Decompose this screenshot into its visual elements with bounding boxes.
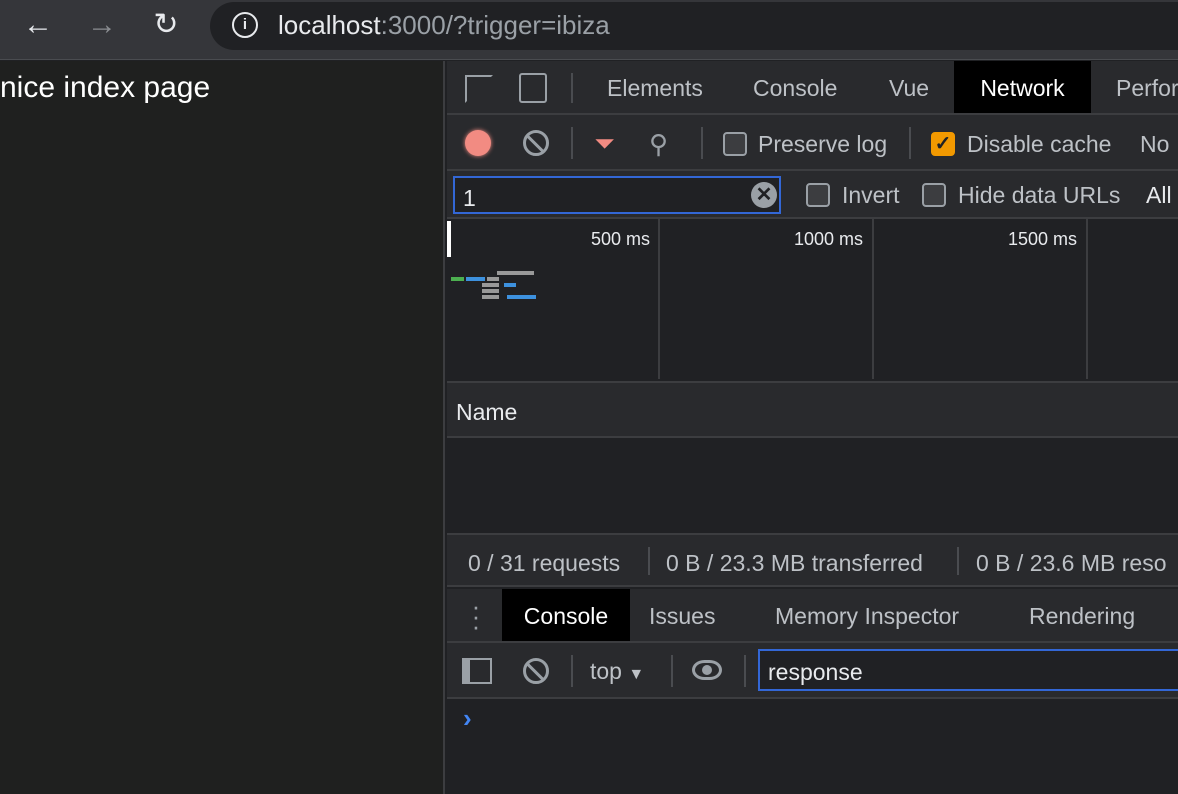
preserve-log-label: Preserve log	[758, 131, 888, 157]
divider	[671, 655, 673, 687]
context-select[interactable]: top ▼	[590, 658, 644, 685]
forward-button[interactable]: →	[82, 8, 122, 42]
search-icon[interactable]: ⚲	[649, 129, 668, 160]
dropdown-arrow-icon: ▼	[628, 666, 645, 683]
url-text[interactable]: localhost:3000/?trigger=ibiza	[278, 8, 610, 42]
transferred-size: 0 B / 23.3 MB transferred	[666, 550, 923, 576]
waterfall-bar	[504, 283, 516, 287]
filter-icon[interactable]: ⏷	[594, 130, 615, 156]
tab-vue[interactable]: Vue	[877, 61, 941, 113]
divider	[701, 127, 703, 159]
sidebar-toggle-icon[interactable]	[462, 658, 492, 684]
filter-input[interactable]: 1 ✕	[453, 176, 781, 214]
record-button[interactable]	[465, 130, 491, 156]
network-toolbar: ⏷ ⚲ Preserve log ✓ Disable cache No	[447, 115, 1178, 171]
divider	[909, 127, 911, 159]
context-value: top	[590, 658, 622, 684]
tick-label: 1500 ms	[1008, 229, 1078, 249]
clear-filter-icon[interactable]: ✕	[751, 182, 777, 208]
inspect-element-icon[interactable]	[465, 75, 493, 103]
drawer-tab-console[interactable]: Console	[502, 589, 630, 641]
network-status-bar: 0 / 31 requests 0 B / 23.3 MB transferre…	[447, 533, 1178, 587]
waterfall-bar	[451, 277, 464, 281]
network-overview[interactable]: 500 ms 1000 ms 1500 ms	[447, 219, 1178, 383]
divider	[648, 547, 650, 575]
url-path: :3000/?trigger=ibiza	[380, 10, 610, 40]
tick-label: 500 ms	[591, 229, 651, 249]
page-text: nice index page	[0, 71, 211, 104]
filter-value: 1	[463, 185, 476, 211]
waterfall-bar	[482, 283, 499, 287]
divider	[744, 655, 746, 687]
divider	[571, 127, 573, 159]
browser-toolbar: ← → ↻ i localhost:3000/?trigger=ibiza	[0, 0, 1178, 60]
drawer-tab-memory-inspector[interactable]: Memory Inspector	[763, 589, 971, 641]
console-filter-value: response	[768, 659, 863, 685]
drawer-tab-rendering[interactable]: Rendering	[1017, 589, 1147, 641]
tab-elements[interactable]: Elements	[595, 61, 715, 113]
waterfall-bar	[466, 277, 485, 281]
console-prompt[interactable]: ›	[463, 703, 472, 734]
tab-performance[interactable]: Perfor	[1104, 61, 1178, 113]
hide-data-urls-checkbox[interactable]	[922, 183, 946, 207]
url-host: localhost	[278, 10, 381, 40]
more-menu-icon[interactable]: · · ·	[471, 593, 481, 639]
requests-table-header: Name	[447, 383, 1178, 438]
throttling-select[interactable]: No	[1140, 131, 1169, 158]
invert-label: Invert	[842, 182, 900, 208]
clear-console-button[interactable]	[523, 658, 549, 684]
resources-size: 0 B / 23.6 MB reso	[976, 550, 1167, 576]
type-filter-all[interactable]: All	[1146, 182, 1172, 209]
console-filter-input[interactable]: response	[758, 649, 1178, 691]
devtools-panel: Elements Console Vue Network Perfor ⏷ ⚲ …	[447, 61, 1178, 794]
hide-data-urls-label: Hide data URLs	[958, 182, 1121, 208]
grid-line	[872, 219, 874, 379]
column-name[interactable]: Name	[456, 399, 517, 426]
waterfall-bar	[482, 295, 499, 299]
back-button[interactable]: ←	[18, 8, 58, 42]
invert-checkbox[interactable]	[806, 183, 830, 207]
device-toolbar-icon[interactable]	[519, 73, 547, 103]
overview-handle[interactable]	[447, 221, 451, 257]
page-content: nice index page	[0, 61, 445, 794]
waterfall-bar	[497, 271, 534, 275]
drawer-tab-issues[interactable]: Issues	[637, 589, 727, 641]
console-toolbar: top ▼ response	[447, 643, 1178, 699]
disable-cache-label: Disable cache	[967, 131, 1112, 157]
tab-network[interactable]: Network	[954, 61, 1091, 113]
divider	[571, 73, 573, 103]
waterfall-bar	[487, 277, 499, 281]
filter-bar: 1 ✕ Invert Hide data URLs All	[447, 171, 1178, 219]
live-expression-eye-icon[interactable]	[692, 660, 722, 680]
clear-button[interactable]	[523, 130, 549, 156]
grid-line	[658, 219, 660, 379]
tick-label: 1000 ms	[794, 229, 864, 249]
drawer-tabbar: · · · Console Issues Memory Inspector Rend…	[447, 589, 1178, 643]
requests-count: 0 / 31 requests	[468, 550, 621, 576]
grid-line	[1086, 219, 1088, 379]
tab-console[interactable]: Console	[741, 61, 849, 113]
divider	[571, 655, 573, 687]
preserve-log-checkbox[interactable]	[723, 132, 747, 156]
reload-button[interactable]: ↻	[146, 8, 186, 42]
waterfall-bar	[482, 289, 499, 293]
divider	[957, 547, 959, 575]
devtools-tabbar: Elements Console Vue Network Perfor	[447, 61, 1178, 115]
info-icon[interactable]: i	[232, 12, 258, 38]
disable-cache-checkbox[interactable]: ✓	[931, 132, 955, 156]
waterfall-bar	[507, 295, 536, 299]
